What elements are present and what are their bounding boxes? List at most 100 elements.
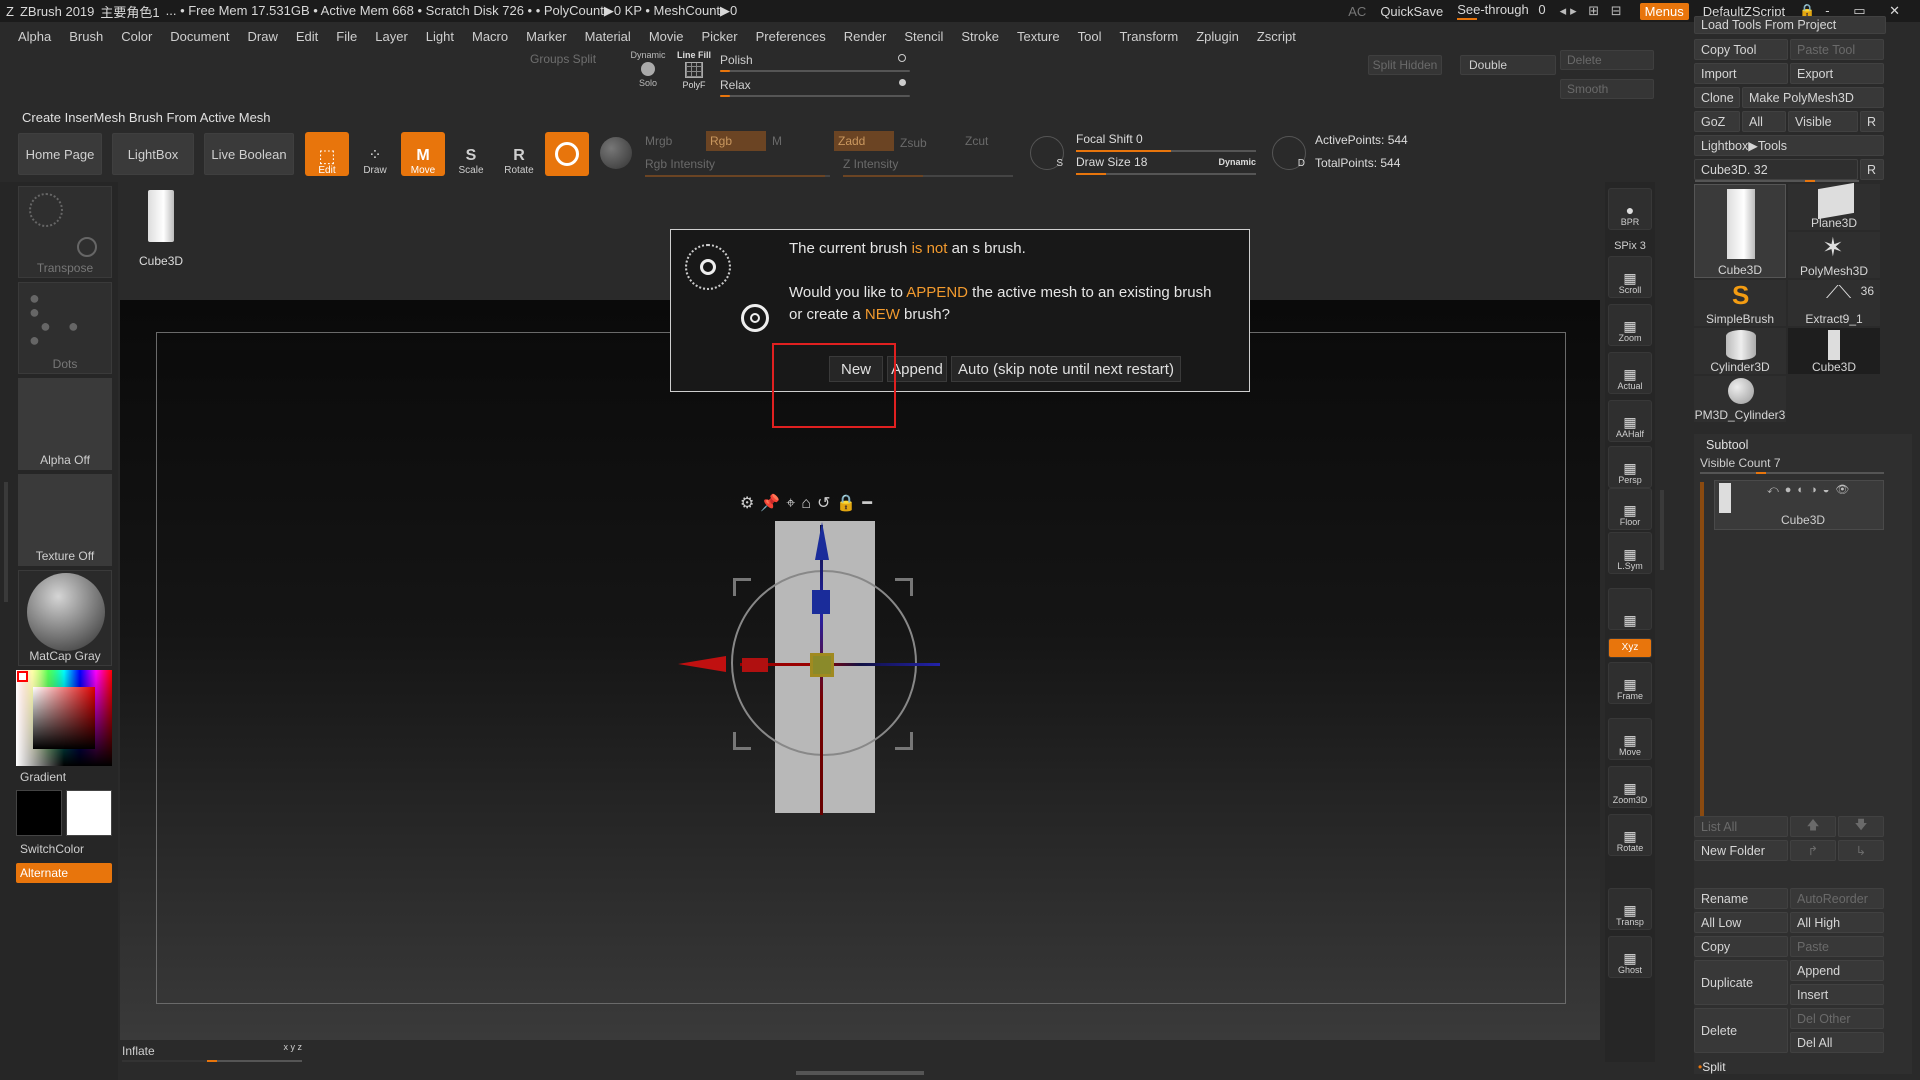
gizmo-corner-tl[interactable] <box>733 578 751 596</box>
polyf-button[interactable]: Line Fill PolyF <box>672 50 716 92</box>
del-all-button[interactable]: Del All <box>1790 1032 1884 1053</box>
rotate-button[interactable]: R Rotate <box>497 132 541 176</box>
color-picker[interactable] <box>16 670 112 766</box>
make-polymesh-button[interactable]: Make PolyMesh3D <box>1742 87 1884 108</box>
mrgb-button[interactable]: Mrgb <box>645 134 672 148</box>
view-persp-button[interactable]: ▦ Persp <box>1608 446 1652 488</box>
tool-thumb-plane3d[interactable]: Plane3D <box>1788 182 1880 230</box>
import-button[interactable]: Import <box>1694 63 1788 84</box>
view-l-sym-button[interactable]: ▦ L.Sym <box>1608 532 1652 574</box>
view-aahalf-button[interactable]: ▦ AAHalf <box>1608 400 1652 442</box>
alpha-off-button[interactable]: Alpha Off <box>18 378 112 470</box>
delete-top-button[interactable]: Delete <box>1560 50 1654 70</box>
menu-render[interactable]: Render <box>835 29 896 44</box>
view-actual-button[interactable]: ▦ Actual <box>1608 352 1652 394</box>
pin-icon[interactable]: 📌 <box>760 495 786 512</box>
stroke-dots-button[interactable]: ● ● ● ● ● Dots <box>18 282 112 374</box>
home-page-button[interactable]: Home Page <box>18 133 102 175</box>
draw-button[interactable]: ⁘ Draw <box>353 132 397 176</box>
groups-split-button[interactable]: Groups Split <box>530 52 596 66</box>
relax-slider[interactable]: Relax <box>720 77 910 97</box>
dynamesh-icon[interactable]: D <box>1272 136 1306 170</box>
append-button[interactable]: Append <box>1790 960 1884 981</box>
export-button[interactable]: Export <box>1790 63 1884 84</box>
smooth-button[interactable]: Smooth <box>1560 79 1654 99</box>
edit-button[interactable]: ⬚ Edit <box>305 132 349 176</box>
matcap-button[interactable]: MatCap Gray <box>18 570 112 666</box>
switchcolor-button[interactable]: SwitchColor <box>20 842 84 856</box>
append-brush-button[interactable]: Append <box>887 356 947 382</box>
rgb-intensity-slider[interactable]: Rgb Intensity <box>645 157 830 177</box>
y-scale-handle[interactable] <box>812 590 830 614</box>
view-frame-button[interactable]: ▦ Frame <box>1608 662 1652 704</box>
view-scroll-button[interactable]: ▦ Scroll <box>1608 256 1652 298</box>
move-down-icon[interactable]: ↳ <box>1838 840 1884 861</box>
zadd-button[interactable]: Zadd <box>834 131 894 151</box>
see-through-slider[interactable]: See-through 0 <box>1457 2 1546 20</box>
zcut-button[interactable]: Zcut <box>965 134 988 148</box>
menu-brush[interactable]: Brush <box>60 29 112 44</box>
left-tray-scrollbar[interactable] <box>4 482 8 602</box>
list-all-button[interactable]: List All <box>1694 816 1788 837</box>
bottom-tray-handle[interactable] <box>796 1071 924 1075</box>
menu-zscript[interactable]: Zscript <box>1248 29 1305 44</box>
goz-button[interactable]: GoZ <box>1694 111 1740 132</box>
menu-material[interactable]: Material <box>576 29 640 44</box>
view-bpr-button[interactable]: ● BPR <box>1608 188 1652 230</box>
draw-size-slider[interactable]: Draw Size 18 Dynamic <box>1076 155 1256 175</box>
load-tools-button[interactable]: Load Tools From Project <box>1694 16 1886 34</box>
view-floor-button[interactable]: ▦ Floor <box>1608 488 1652 530</box>
subtool-controls-icons[interactable]: ⤺●◐◑◒👁 <box>1767 483 1855 497</box>
tool-thumb-extract[interactable]: ⟋⟍ 36 Extract9_1 <box>1788 280 1880 326</box>
menu-file[interactable]: File <box>327 29 366 44</box>
zsub-button[interactable]: Zsub <box>900 136 927 150</box>
clone-button[interactable]: Clone <box>1694 87 1740 108</box>
location-icon[interactable]: ⌖ <box>786 495 801 512</box>
lock-icon[interactable]: 🔒 <box>836 495 862 512</box>
gizmo-center-handle[interactable] <box>810 653 834 677</box>
y-arrow-icon[interactable] <box>815 522 829 560</box>
menu-document[interactable]: Document <box>161 29 238 44</box>
home-icon[interactable]: ⌂ <box>801 495 817 512</box>
polish-slider[interactable]: Polish <box>720 52 910 72</box>
primary-color-swatch[interactable] <box>16 790 62 836</box>
subtool-header[interactable]: Subtool <box>1706 438 1748 452</box>
copy-tool-button[interactable]: Copy Tool <box>1694 39 1788 60</box>
z-intensity-slider[interactable]: Z Intensity <box>843 157 1013 177</box>
view-spix-3-button[interactable]: SPix 3 <box>1608 234 1652 254</box>
menu-layer[interactable]: Layer <box>366 29 417 44</box>
tool-thumb-simplebrush[interactable]: S SimpleBrush <box>1694 280 1786 326</box>
solo-button[interactable]: Dynamic Solo <box>628 50 668 92</box>
x-scale-handle[interactable] <box>742 658 768 672</box>
r-button[interactable]: R <box>1860 111 1884 132</box>
gizmo-toolbar[interactable]: ⚙📌⌖⌂↺🔒━ <box>740 493 878 513</box>
tool-thumb-cube3d[interactable]: Cube3D <box>1694 184 1786 278</box>
menu-edit[interactable]: Edit <box>287 29 327 44</box>
menus-toggle[interactable]: Menus <box>1639 2 1689 20</box>
view-xyz-button[interactable]: Xyz <box>1608 638 1652 658</box>
all-high-button[interactable]: All High <box>1790 912 1884 933</box>
view-lock-button[interactable]: ▦ <box>1608 588 1652 630</box>
reset-icon[interactable]: ↺ <box>817 495 836 512</box>
view-ghost-button[interactable]: ▦ Ghost <box>1608 936 1652 978</box>
rgb-button[interactable]: Rgb <box>706 131 766 151</box>
menu-movie[interactable]: Movie <box>640 29 693 44</box>
paste-tool-button[interactable]: Paste Tool <box>1790 39 1884 60</box>
lightbox-tools-button[interactable]: Lightbox▶Tools <box>1694 135 1884 156</box>
minus-icon[interactable]: ━ <box>862 495 878 512</box>
split-section[interactable]: •Split <box>1698 1060 1726 1074</box>
del-other-button[interactable]: Del Other <box>1790 1008 1884 1029</box>
inflate-slider[interactable]: Inflate x y z <box>122 1042 302 1062</box>
menu-transform[interactable]: Transform <box>1110 29 1187 44</box>
all-low-button[interactable]: All Low <box>1694 912 1788 933</box>
paste-button[interactable]: Paste <box>1790 936 1884 957</box>
duplicate-button[interactable]: Duplicate <box>1694 960 1788 1005</box>
x-arrow-icon[interactable] <box>678 656 726 672</box>
menu-light[interactable]: Light <box>417 29 463 44</box>
view-zoom-button[interactable]: ▦ Zoom <box>1608 304 1652 346</box>
live-boolean-button[interactable]: Live Boolean <box>204 133 294 175</box>
menu-preferences[interactable]: Preferences <box>747 29 835 44</box>
double-button[interactable]: Double <box>1460 55 1556 75</box>
view-rotate-button[interactable]: ▦ Rotate <box>1608 814 1652 856</box>
menu-macro[interactable]: Macro <box>463 29 517 44</box>
